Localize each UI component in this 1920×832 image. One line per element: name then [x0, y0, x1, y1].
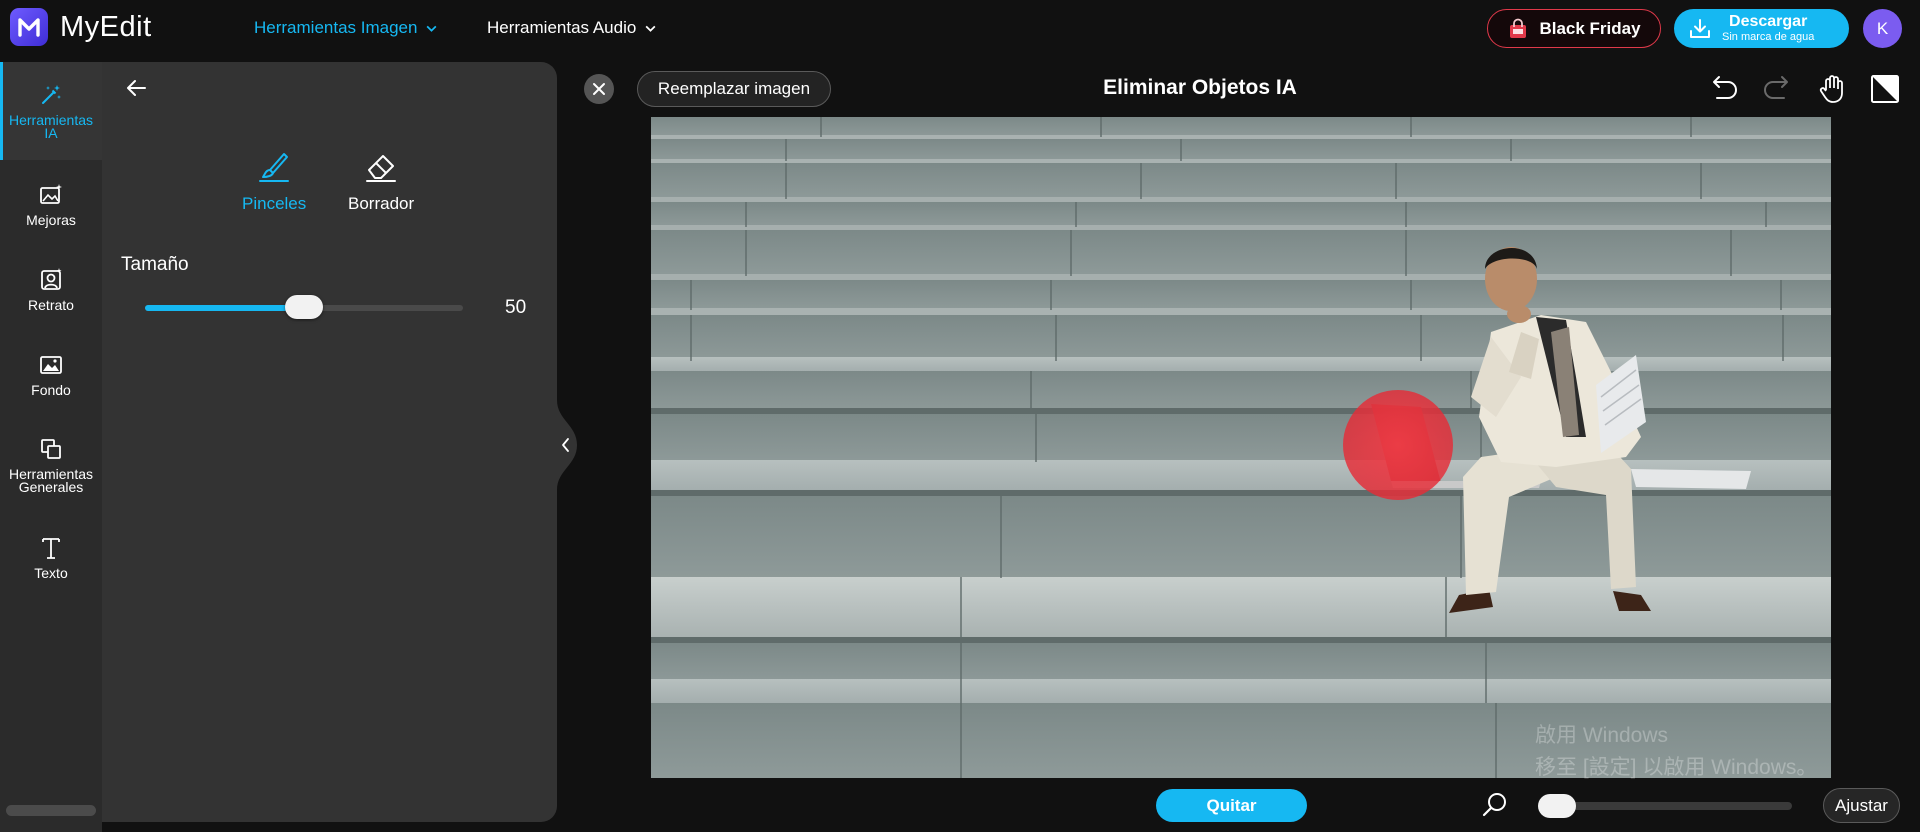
size-slider-fill — [145, 305, 304, 311]
app-name: MyEdit — [60, 10, 152, 43]
chevron-down-icon — [645, 25, 656, 32]
back-arrow-icon[interactable] — [122, 74, 150, 102]
black-friday-button[interactable]: Black Friday — [1487, 9, 1661, 48]
tab-eraser-label: Borrador — [348, 194, 415, 213]
nav-audio-tools[interactable]: Herramientas Audio — [487, 18, 657, 38]
download-button[interactable]: Descargar Sin marca de agua — [1674, 9, 1849, 48]
compare-icon[interactable] — [1868, 72, 1902, 106]
windows-watermark: 啟用 Windows 移至 [設定] 以啟用 Windows。 — [1535, 720, 1817, 784]
rail-item-text[interactable]: Texto — [0, 535, 102, 580]
chevron-down-icon — [427, 25, 437, 32]
copy-icon — [41, 439, 61, 459]
rail-item-label: Generales — [18, 479, 84, 495]
download-icon — [1690, 18, 1710, 38]
nav-image-tools-label: Herramientas Imagen — [254, 18, 418, 37]
download-label: Descargar — [1729, 13, 1808, 30]
watermark-line: 移至 [設定] 以啟用 Windows。 — [1535, 756, 1818, 779]
app-logo[interactable]: MyEdit — [10, 8, 152, 46]
size-value: 50 — [505, 297, 527, 318]
redo-icon[interactable] — [1760, 72, 1794, 106]
page-title: Eliminar Objetos IA — [1103, 76, 1297, 99]
fit-button[interactable]: Ajustar — [1823, 788, 1900, 823]
size-label: Tamaño — [121, 254, 189, 275]
rail-item-label: Retrato — [28, 297, 74, 313]
nav-audio-tools-label: Herramientas Audio — [487, 18, 637, 37]
close-button[interactable] — [584, 74, 614, 104]
tab-brushes-label: Pinceles — [242, 194, 307, 213]
zoom-slider[interactable] — [1538, 794, 1792, 818]
replace-image-button[interactable]: Reemplazar imagen — [637, 71, 831, 107]
zoom-icon[interactable] — [1480, 790, 1510, 820]
remove-button[interactable]: Quitar — [1156, 789, 1307, 822]
collapse-panel-handle[interactable] — [557, 400, 577, 490]
rail-item-general-tools[interactable]: Herramientas Generales — [0, 436, 102, 494]
text-icon — [42, 538, 60, 559]
size-slider[interactable] — [145, 295, 463, 319]
rail-item-enhancements[interactable]: Mejoras — [0, 182, 102, 227]
rail-scrollbar[interactable] — [6, 805, 96, 816]
black-friday-label: Black Friday — [1539, 18, 1641, 38]
tab-brushes[interactable]: Pinceles — [242, 148, 306, 214]
tab-eraser[interactable]: Borrador — [348, 148, 414, 214]
zoom-slider-thumb[interactable] — [1538, 794, 1576, 818]
undo-icon[interactable] — [1707, 72, 1741, 106]
rail-item-background[interactable]: Fondo — [0, 352, 102, 397]
rail-item-label: Fondo — [31, 382, 71, 398]
rail-item-ai-tools[interactable]: Herramientas IA — [0, 82, 102, 140]
rail-item-label: Mejoras — [26, 212, 76, 228]
user-avatar[interactable]: K — [1863, 9, 1902, 48]
stairs-photo — [651, 117, 1831, 778]
background-icon — [40, 356, 62, 374]
image-sparkle-icon — [40, 184, 62, 204]
eraser-icon — [366, 155, 397, 182]
watermark-line: 啟用 Windows — [1535, 724, 1669, 747]
brush-icon — [259, 153, 290, 182]
logo-mark-icon — [10, 8, 48, 46]
magic-wand-icon — [42, 85, 61, 104]
hand-pan-icon[interactable] — [1816, 72, 1850, 106]
settings-panel — [102, 62, 557, 822]
nav-image-tools[interactable]: Herramientas Imagen — [254, 18, 438, 38]
size-slider-thumb[interactable] — [285, 295, 323, 319]
brush-mark — [1343, 390, 1453, 500]
rail-item-portrait[interactable]: Retrato — [0, 267, 102, 312]
rail-item-label: Texto — [34, 565, 68, 581]
top-bar: MyEdit Herramientas Imagen Herramientas … — [0, 0, 1920, 56]
portrait-icon — [41, 268, 62, 290]
close-icon — [593, 83, 605, 95]
rail-item-label: IA — [44, 125, 58, 141]
edit-canvas-image[interactable] — [651, 117, 1831, 778]
shopping-bag-icon — [1510, 18, 1527, 38]
download-sublabel: Sin marca de agua — [1722, 31, 1815, 43]
